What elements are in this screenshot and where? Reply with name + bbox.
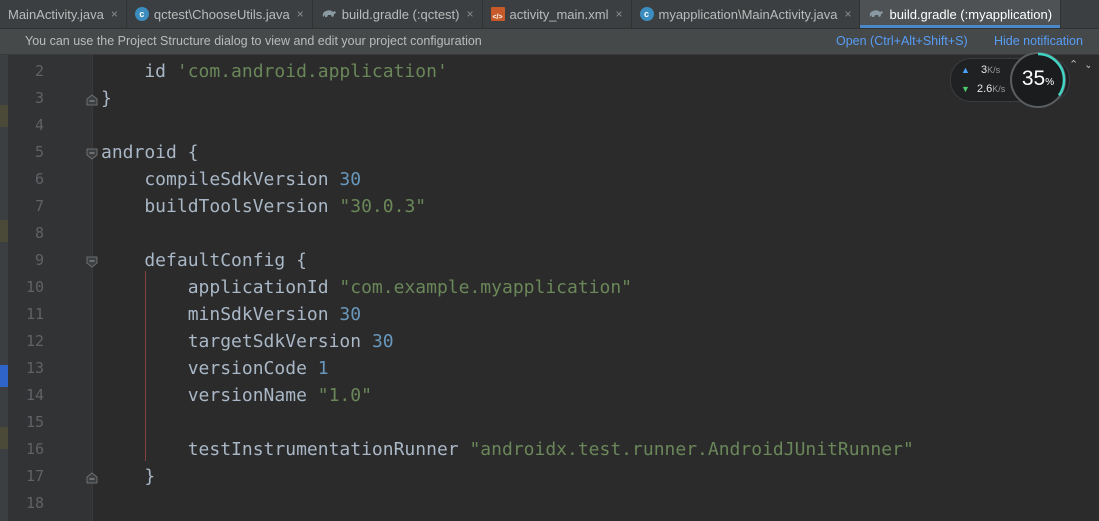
change-marker [0,365,8,387]
java-class-icon: c [639,7,654,21]
xml-layout-icon: </> [490,7,505,21]
editor-tab-bar: MainActivity.java × c qctest\ChooseUtils.ja… [0,0,1099,29]
tab-2[interactable]: build.gradle (:qctest) × [313,0,483,28]
code-token: } [101,88,112,109]
line-number: 10 [25,278,44,296]
tab-0[interactable]: MainActivity.java × [0,0,127,28]
change-marker [0,220,8,242]
line-number: 6 [34,170,44,188]
hide-notification-link[interactable]: Hide notification [994,34,1083,48]
code-token: compileSdkVersion [101,169,340,190]
string-literal: "1.0" [317,385,372,406]
tab-label: activity_main.xml [509,6,609,22]
cpu-percent: 35% [1021,67,1055,90]
line-number: 18 [25,494,44,512]
code-line: defaultConfig { [101,247,307,274]
upload-arrow-icon: ▲ [961,65,970,75]
line-number: 5 [34,143,44,161]
code-line: targetSdkVersion 30 [101,328,394,355]
code-token: versionName [101,385,318,406]
code-token: } [101,466,156,487]
notification-bar: You can use the Project Structure dialog… [0,29,1099,55]
string-literal: "androidx.test.runner.AndroidJUnitRunner… [469,439,914,460]
download-speed: ▼ 2.6K/s [961,83,1006,95]
tab-label: myapplication\MainActivity.java [658,6,838,22]
tab-3[interactable]: </> activity_main.xml × [483,0,632,28]
download-arrow-icon: ▼ [961,84,970,94]
code-line: minSdkVersion 30 [101,301,361,328]
vertical-scrollbar[interactable] [1090,55,1099,521]
code-line: } [101,85,112,112]
chevron-up-icon[interactable]: ⌃ [1069,58,1078,71]
line-number: 13 [25,359,44,377]
string-literal: 'com.android.application' [176,61,448,82]
code-line: id 'com.android.application' [101,58,448,85]
code-token: id [101,61,177,82]
notification-message: You can use the Project Structure dialog… [25,34,482,48]
tab-label: build.gradle (:qctest) [341,6,460,22]
line-number: 7 [34,197,44,215]
line-number: 11 [25,305,44,323]
line-number: 2 [34,62,44,80]
string-literal: "com.example.myapplication" [339,277,633,298]
code-token: android { [101,142,199,163]
number-literal: 1 [317,358,329,379]
line-number: 14 [25,386,44,404]
tab-5[interactable]: build.gradle (:myapplication) [860,0,1062,28]
code-line: } [101,463,155,490]
code-token: defaultConfig { [101,250,307,271]
close-tab-icon[interactable]: × [111,7,118,21]
upload-speed: ▲ 3K/s [961,64,1001,76]
code-editor[interactable]: id 'com.android.application'} android { c… [93,55,1099,521]
close-tab-icon[interactable]: × [615,7,622,21]
open-project-structure-link[interactable]: Open (Ctrl+Alt+Shift+S) [836,34,968,48]
code-line: compileSdkVersion 30 [101,166,361,193]
close-tab-icon[interactable]: × [844,7,851,21]
code-line: buildToolsVersion "30.0.3" [101,193,426,220]
change-marker [0,427,8,449]
change-marker [0,105,8,127]
code-token: buildToolsVersion [101,196,340,217]
code-token: testInstrumentationRunner [101,439,470,460]
line-number: 17 [25,467,44,485]
cpu-usage-gauge[interactable]: 35% [1010,52,1066,108]
line-number: 8 [34,224,44,242]
code-token: applicationId [101,277,340,298]
code-line: android { [101,139,199,166]
tab-label: build.gradle (:myapplication) [889,6,1053,22]
code-token: targetSdkVersion [101,331,372,352]
tab-label: MainActivity.java [8,6,104,22]
code-token: minSdkVersion [101,304,340,325]
code-line: applicationId "com.example.myapplication… [101,274,632,301]
tab-label: qctest\ChooseUtils.java [153,6,290,22]
line-number: 3 [34,89,44,107]
line-number: 15 [25,413,44,431]
number-literal: 30 [339,304,362,325]
java-class-icon: c [134,7,149,21]
number-literal: 30 [371,331,394,352]
line-number: 12 [25,332,44,350]
line-number: 9 [34,251,44,269]
code-line: versionCode 1 [101,355,329,382]
string-literal: "30.0.3" [339,196,427,217]
code-line: testInstrumentationRunner "androidx.test… [101,436,914,463]
code-token: versionCode [101,358,318,379]
line-number-gutter[interactable]: 2 3 4 5 6 7 8 9 10 11 12 13 14 15 16 17 18 [0,55,98,521]
tab-1[interactable]: c qctest\ChooseUtils.java × [127,0,313,28]
code-line: versionName "1.0" [101,382,372,409]
line-number: 16 [25,440,44,458]
line-number: 4 [34,116,44,134]
gradle-icon [868,7,884,21]
close-tab-icon[interactable]: × [467,7,474,21]
gradle-icon [321,7,337,21]
number-literal: 30 [339,169,362,190]
close-tab-icon[interactable]: × [297,7,304,21]
tab-4[interactable]: c myapplication\MainActivity.java × [632,0,861,28]
